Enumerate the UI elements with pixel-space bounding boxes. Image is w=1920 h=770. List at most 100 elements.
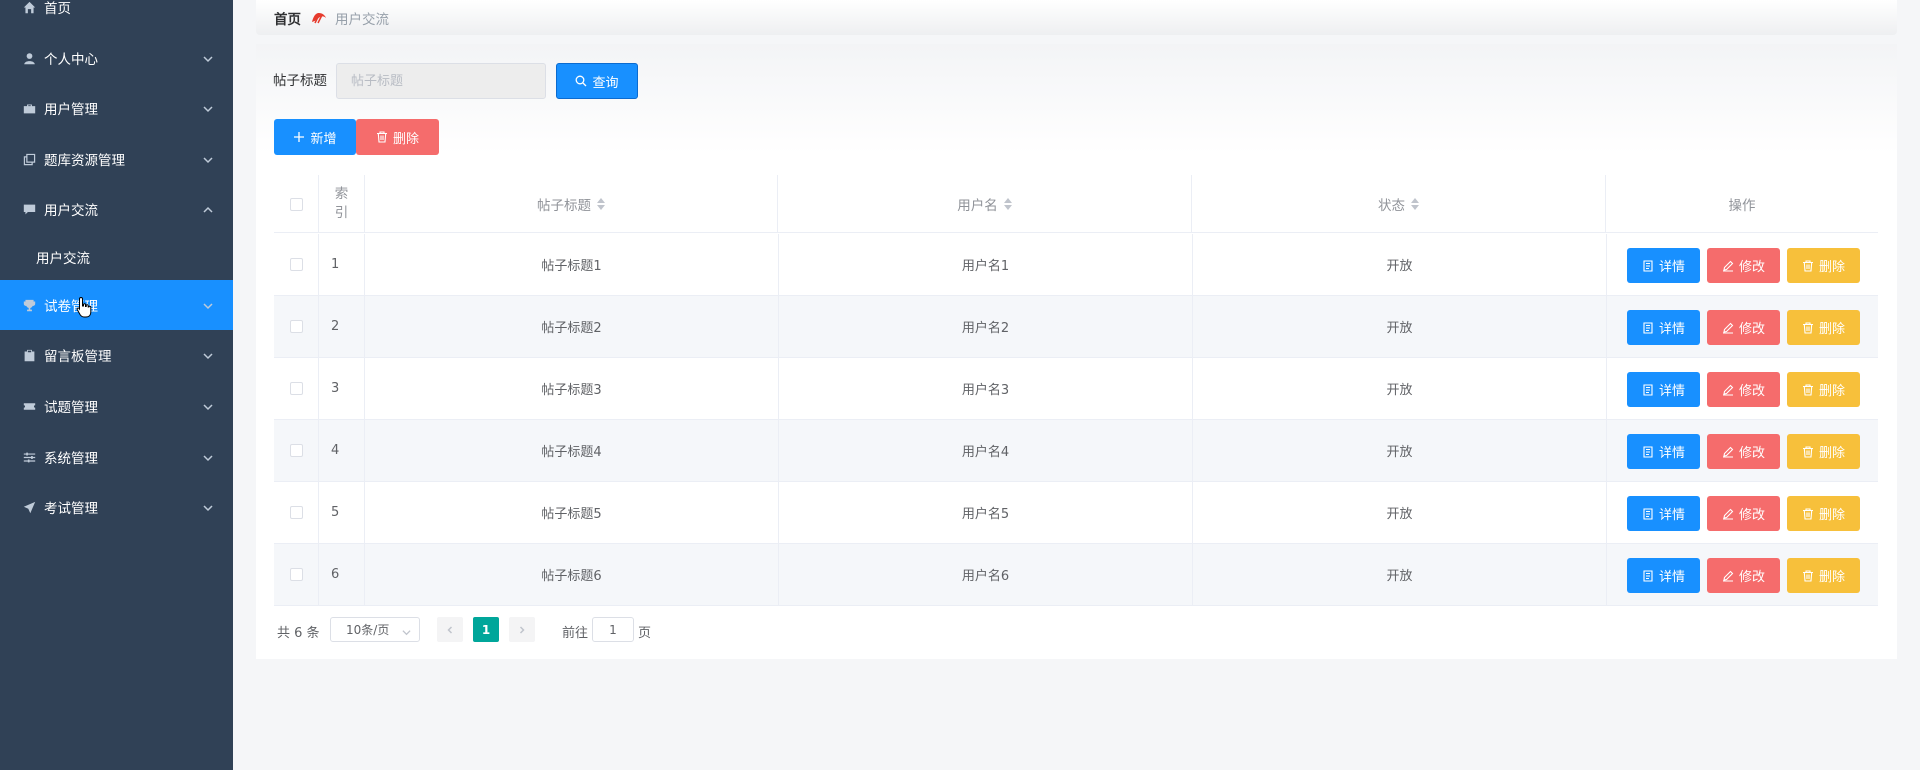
goto-unit: 页: [638, 626, 652, 641]
edit-icon: [1722, 508, 1734, 520]
header-index: 索 引: [319, 175, 365, 233]
detail-button-label: 详情: [1658, 570, 1685, 585]
document-icon: [1643, 445, 1653, 458]
edit-button[interactable]: 修改: [1707, 310, 1780, 345]
page-size-select[interactable]: 10条/页: [330, 617, 420, 642]
query-button[interactable]: 查询: [556, 63, 638, 99]
edit-button[interactable]: 修改: [1707, 434, 1780, 469]
header-title[interactable]: 帖子标题: [365, 175, 778, 233]
sidebar-item-label: 用户管理: [44, 102, 98, 118]
edit-icon: [1722, 322, 1734, 334]
edit-button[interactable]: 修改: [1707, 496, 1780, 531]
send-icon: [22, 500, 36, 514]
edit-button-label: 修改: [1738, 384, 1765, 399]
trophy-icon: [22, 298, 36, 312]
detail-button[interactable]: 详情: [1627, 496, 1700, 531]
delete-button[interactable]: 删除: [1787, 310, 1860, 345]
cell-index: 5: [319, 482, 365, 543]
cell-status: 开放: [1193, 420, 1607, 481]
prev-page-button[interactable]: [437, 617, 463, 642]
delete-button[interactable]: 删除: [1787, 248, 1860, 283]
edit-button[interactable]: 修改: [1707, 372, 1780, 407]
row-checkbox[interactable]: [289, 258, 303, 271]
chevron-down-icon: [203, 350, 213, 360]
document-icon: [1643, 507, 1653, 520]
select-all-checkbox[interactable]: [289, 197, 303, 211]
sidebar-item-home[interactable]: 首页: [0, 0, 233, 32]
row-checkbox[interactable]: [289, 444, 303, 457]
sort-icon[interactable]: [1411, 198, 1419, 210]
chevron-down-icon: [203, 103, 213, 113]
row-checkbox[interactable]: [289, 568, 303, 581]
sidebar-item-system-management[interactable]: 系统管理: [0, 432, 233, 482]
delete-button[interactable]: 删除: [1787, 434, 1860, 469]
copy-icon: [22, 152, 36, 166]
delete-button[interactable]: 删除: [1787, 372, 1860, 407]
sidebar-item-label: 试题管理: [44, 400, 98, 416]
detail-button[interactable]: 详情: [1627, 248, 1700, 283]
delete-button[interactable]: 删除: [1787, 558, 1860, 593]
table-row: 5 帖子标题5 用户名5 开放 详情 修改 删除: [274, 482, 1878, 544]
row-checkbox[interactable]: [289, 382, 303, 395]
cell-title: 帖子标题1: [365, 234, 779, 295]
sidebar-item-question-bank[interactable]: 题库资源管理: [0, 134, 233, 184]
detail-button[interactable]: 详情: [1627, 558, 1700, 593]
header-username[interactable]: 用户名: [778, 175, 1192, 233]
sidebar-item-question-management[interactable]: 试题管理: [0, 381, 233, 431]
sidebar-item-exam-management[interactable]: 考试管理: [0, 482, 233, 532]
cell-username: 用户名6: [779, 544, 1193, 605]
detail-button[interactable]: 详情: [1627, 310, 1700, 345]
sort-icon[interactable]: [1003, 198, 1012, 210]
header-index-line-1: 索: [334, 186, 349, 202]
breadcrumb-home[interactable]: 首页: [274, 8, 301, 28]
cell-title: 帖子标题3: [365, 358, 779, 419]
detail-button[interactable]: 详情: [1627, 372, 1700, 407]
page-number-current[interactable]: 1: [473, 617, 499, 642]
delete-button-label: 删除: [1818, 384, 1845, 399]
sidebar-item-user-communication[interactable]: 用户交流: [0, 184, 233, 234]
cell-index: 1: [319, 234, 365, 295]
sort-icon[interactable]: [597, 198, 605, 210]
batch-delete-button[interactable]: 删除: [356, 119, 439, 155]
cell-index: 2: [319, 296, 365, 357]
pagination-total: 共 6 条: [277, 626, 320, 641]
chevron-down-icon: [402, 626, 411, 640]
sliders-icon: [22, 450, 36, 464]
sidebar-subitem-user-communication[interactable]: 用户交流: [0, 232, 233, 282]
table-row: 1 帖子标题1 用户名1 开放 详情 修改 删除: [274, 234, 1878, 296]
edit-button[interactable]: 修改: [1707, 248, 1780, 283]
sidebar-item-label: 用户交流: [36, 251, 90, 267]
document-icon: [1643, 321, 1653, 334]
edit-button-label: 修改: [1738, 508, 1765, 523]
row-checkbox[interactable]: [289, 506, 303, 519]
sidebar-item-personal-center[interactable]: 个人中心: [0, 33, 233, 83]
header-status[interactable]: 状态: [1192, 175, 1606, 233]
chat-icon: [22, 202, 36, 216]
detail-button-label: 详情: [1658, 384, 1685, 399]
edit-button-label: 修改: [1738, 260, 1765, 275]
next-page-button[interactable]: [509, 617, 535, 642]
table-row: 6 帖子标题6 用户名6 开放 详情 修改 删除: [274, 544, 1878, 606]
header-actions: 操作: [1606, 175, 1878, 233]
delete-button[interactable]: 删除: [1787, 496, 1860, 531]
edit-icon: [1722, 446, 1734, 458]
header-index-line-2: 引: [334, 205, 349, 221]
goto-page-input[interactable]: [592, 617, 634, 642]
trash-icon: [1802, 383, 1813, 396]
header-status-label: 状态: [1378, 198, 1405, 214]
search-input[interactable]: [336, 63, 546, 99]
header-username-label: 用户名: [957, 198, 998, 214]
detail-button-label: 详情: [1658, 260, 1685, 275]
edit-button[interactable]: 修改: [1707, 558, 1780, 593]
query-button-label: 查询: [592, 75, 619, 91]
cell-index: 3: [319, 358, 365, 419]
row-checkbox[interactable]: [289, 320, 303, 333]
sidebar-item-exam-paper-management[interactable]: 试卷管理: [0, 280, 233, 330]
breadcrumb: 首页 用户交流: [256, 0, 1897, 35]
add-button[interactable]: 新增: [274, 119, 356, 155]
sidebar-item-user-management[interactable]: 用户管理: [0, 83, 233, 133]
detail-button[interactable]: 详情: [1627, 434, 1700, 469]
sidebar-item-label: 留言板管理: [44, 349, 112, 365]
header-title-label: 帖子标题: [537, 198, 591, 214]
sidebar-item-message-board[interactable]: 留言板管理: [0, 330, 233, 380]
